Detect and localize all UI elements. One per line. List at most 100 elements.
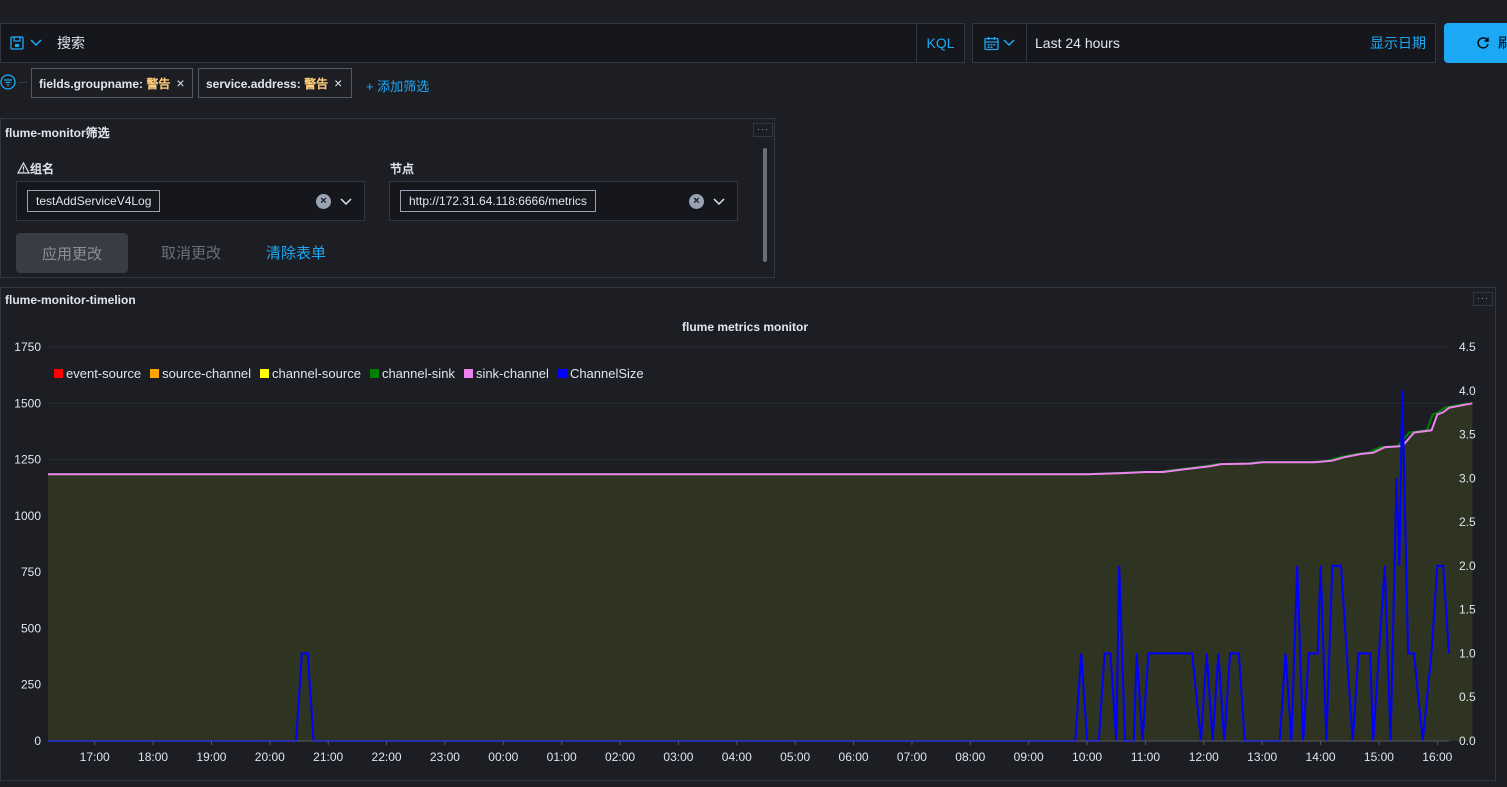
refresh-icon: [1477, 37, 1489, 49]
chevron-down-icon[interactable]: [338, 193, 354, 209]
x-tick-label: 10:00: [1072, 750, 1102, 764]
save-icon: [10, 36, 24, 50]
x-tick-label: 04:00: [722, 750, 752, 764]
selected-option: testAddServiceV4Log: [27, 190, 161, 212]
x-tick-label: 03:00: [663, 750, 693, 764]
y-left-tick-label: 1250: [14, 453, 41, 467]
warning-icon: [16, 161, 31, 174]
legend-item[interactable]: channel-sink: [369, 366, 455, 381]
y-right-tick-label: 3.0: [1459, 471, 1476, 485]
y-left-tick-label: 1500: [14, 396, 41, 410]
x-tick-label: 06:00: [839, 750, 869, 764]
series-line-sink-channel: [48, 402, 1473, 476]
y-right-tick-label: 1.0: [1459, 646, 1476, 660]
x-tick-label: 21:00: [313, 750, 343, 764]
panel-scrollbar[interactable]: [763, 148, 767, 262]
show-dates-link[interactable]: 显示日期: [1370, 33, 1435, 53]
x-tick-label: 22:00: [372, 750, 402, 764]
calendar-icon: [984, 36, 999, 50]
y-left-tick-label: 250: [21, 678, 41, 692]
legend-item[interactable]: sink-channel: [463, 366, 549, 381]
legend-item[interactable]: source-channel: [150, 366, 251, 381]
legend-label: source-channel: [162, 366, 252, 381]
node-label: 节点: [390, 162, 415, 176]
x-tick-label: 15:00: [1364, 750, 1394, 764]
x-tick-label: 12:00: [1189, 750, 1219, 764]
date-picker: Last 24 hours 显示日期: [972, 23, 1436, 63]
legend-item[interactable]: ChannelSize: [557, 366, 644, 381]
y-left-tick-label: 1750: [14, 340, 41, 354]
legend-swatch: [557, 369, 567, 378]
legend-item[interactable]: event-source: [54, 366, 141, 381]
apply-changes-button[interactable]: 应用更改: [16, 233, 128, 273]
chart-title: flume metrics monitor: [682, 320, 808, 334]
clear-selection-icon[interactable]: ×: [689, 194, 704, 209]
add-filter-link[interactable]: + 添加筛选: [366, 76, 429, 95]
y-right-tick-label: 3.5: [1459, 428, 1476, 442]
panel-title: flume-monitor筛选: [5, 126, 110, 140]
y-right-tick-label: 1.5: [1459, 603, 1476, 617]
close-icon[interactable]: ×: [334, 75, 342, 91]
x-tick-label: 16:00: [1422, 750, 1452, 764]
y-right-tick-label: 0.0: [1459, 734, 1476, 748]
refresh-button[interactable]: 刷: [1444, 23, 1507, 63]
chevron-down-icon[interactable]: [711, 193, 727, 209]
legend-label: channel-sink: [381, 366, 455, 381]
y-right-tick-label: 4.0: [1459, 384, 1476, 398]
x-tick-label: 00:00: [488, 750, 518, 764]
legend-label: channel-source: [272, 366, 361, 381]
x-tick-label: 18:00: [138, 750, 168, 764]
x-tick-label: 23:00: [430, 750, 460, 764]
x-tick-label: 05:00: [780, 750, 810, 764]
x-tick-label: 19:00: [196, 750, 226, 764]
y-left-tick-label: 500: [21, 621, 41, 635]
panel-options-icon[interactable]: ···: [753, 123, 773, 137]
filter-pill-field: fields.groupname:: [39, 76, 144, 91]
series-area: [48, 403, 1473, 741]
filter-pill-address[interactable]: service.address: 警告 ×: [198, 68, 352, 98]
legend-swatch: [54, 369, 63, 378]
legend-swatch: [369, 369, 379, 378]
query-bar: 搜索 KQL: [0, 23, 965, 63]
y-right-tick-label: 2.5: [1459, 515, 1476, 529]
node-select[interactable]: http://172.31.64.118:6666/metrics ×: [389, 181, 738, 221]
quick-select-button[interactable]: [973, 24, 1027, 62]
x-tick-label: 01:00: [547, 750, 577, 764]
chart-legend: event-source source-channel channel-source…: [54, 366, 653, 381]
x-tick-label: 07:00: [897, 750, 927, 764]
time-range-text[interactable]: Last 24 hours: [1027, 35, 1370, 51]
y-left-tick-label: 1000: [14, 509, 41, 523]
kql-toggle-button[interactable]: KQL: [916, 24, 964, 62]
filter-pill-value: 警告: [146, 76, 171, 91]
selected-option: http://172.31.64.118:6666/metrics: [400, 190, 596, 212]
refresh-label: 刷: [1498, 35, 1507, 51]
cancel-changes-button[interactable]: 取消更改: [161, 242, 221, 263]
filter-divider: [18, 82, 28, 83]
legend-item[interactable]: channel-source: [260, 366, 361, 381]
y-right-tick-label: 4.5: [1459, 340, 1476, 354]
legend-swatch: [463, 369, 473, 378]
close-icon[interactable]: ×: [176, 75, 184, 91]
y-right-tick-label: 2.0: [1459, 559, 1476, 573]
filter-pill-groupname[interactable]: fields.groupname: 警告 ×: [31, 68, 193, 98]
search-input[interactable]: 搜索: [51, 24, 916, 62]
panel-title: flume-monitor-timelion: [5, 293, 136, 307]
filter-menu-icon[interactable]: [0, 74, 16, 90]
chevron-down-icon: [1003, 39, 1015, 47]
x-tick-label: 13:00: [1247, 750, 1277, 764]
group-label: 组名: [16, 160, 54, 177]
saved-query-button[interactable]: [1, 24, 51, 62]
x-tick-label: 17:00: [80, 750, 110, 764]
legend-label: ChannelSize: [569, 366, 644, 381]
x-tick-label: 09:00: [1014, 750, 1044, 764]
x-tick-label: 08:00: [955, 750, 985, 764]
group-select[interactable]: testAddServiceV4Log ×: [16, 181, 365, 221]
legend-label: event-source: [66, 366, 142, 381]
clear-form-button[interactable]: 清除表单: [266, 242, 326, 263]
clear-selection-icon[interactable]: ×: [316, 194, 331, 209]
x-tick-label: 14:00: [1306, 750, 1336, 764]
y-right-tick-label: 0.5: [1459, 690, 1476, 704]
legend-swatch: [150, 369, 160, 378]
panel-options-icon[interactable]: ···: [1473, 292, 1493, 306]
legend-label: sink-channel: [475, 366, 549, 381]
